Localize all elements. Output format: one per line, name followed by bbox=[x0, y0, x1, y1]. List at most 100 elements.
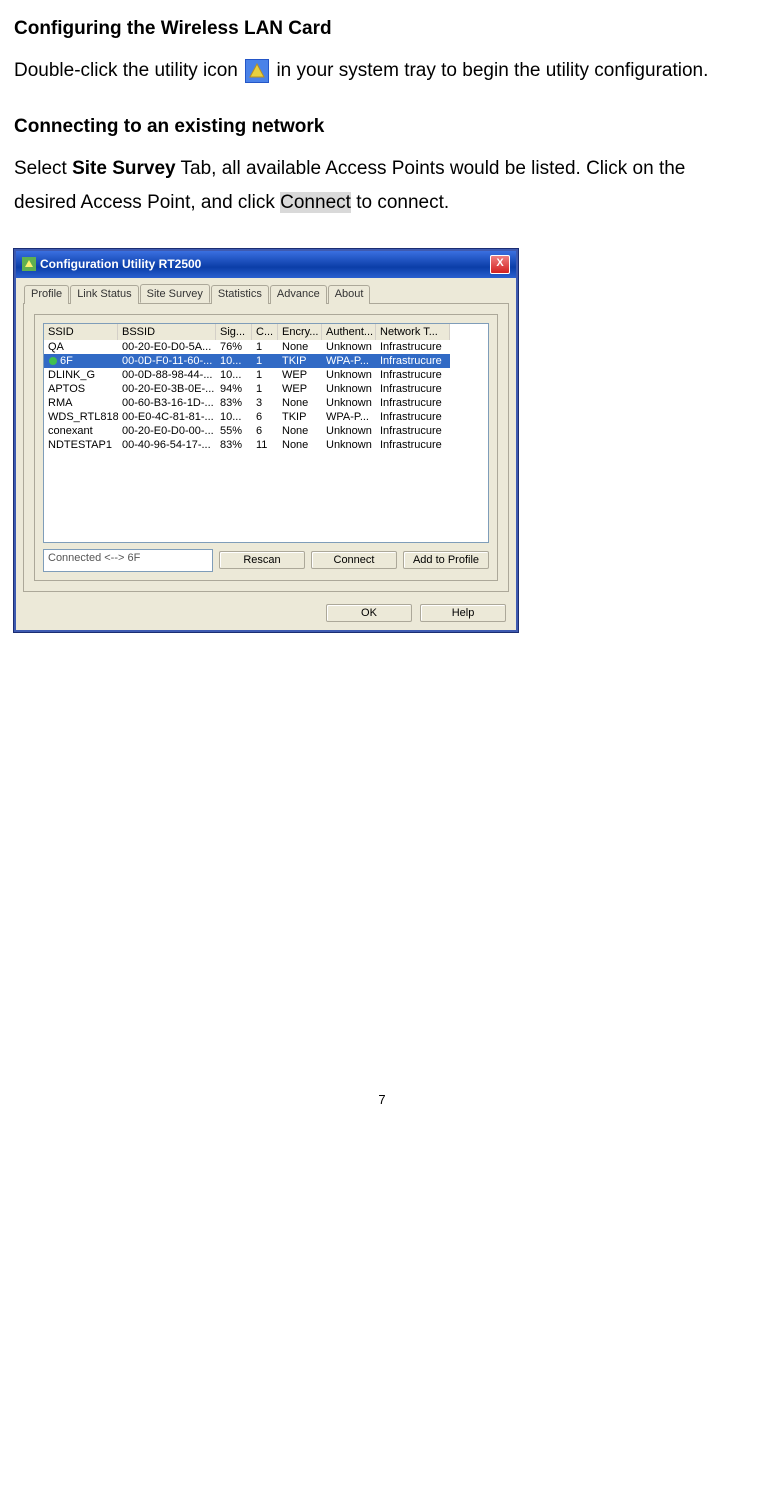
cell: WDS_RTL818... bbox=[44, 410, 118, 424]
cell: 3 bbox=[252, 396, 278, 410]
tab-link-status[interactable]: Link Status bbox=[70, 285, 138, 304]
tab-strip: ProfileLink StatusSite SurveyStatisticsA… bbox=[16, 278, 516, 303]
cell: 94% bbox=[216, 382, 252, 396]
cell: QA bbox=[44, 340, 118, 354]
cell: 1 bbox=[252, 368, 278, 382]
ap-row[interactable]: NDTESTAP100-40-96-54-17-...83%11NoneUnkn… bbox=[44, 438, 488, 452]
cell: 6F bbox=[44, 354, 118, 368]
titlebar: Configuration Utility RT2500 X bbox=[16, 251, 516, 278]
ap-row[interactable]: 6F00-0D-F0-11-60-...10...1TKIPWPA-P...In… bbox=[44, 354, 488, 368]
window-title: Configuration Utility RT2500 bbox=[22, 257, 201, 272]
cell: 00-0D-88-98-44-... bbox=[118, 368, 216, 382]
cell: Infrastrucure bbox=[376, 340, 450, 354]
connected-icon bbox=[48, 356, 58, 366]
cell: Infrastrucure bbox=[376, 438, 450, 452]
connection-status: Connected <--> 6F bbox=[43, 549, 213, 572]
cell: Infrastrucure bbox=[376, 424, 450, 438]
ap-list[interactable]: SSIDBSSIDSig...C...Encry...Authent...Net… bbox=[43, 323, 489, 543]
cell: conexant bbox=[44, 424, 118, 438]
tab-site-survey[interactable]: Site Survey bbox=[140, 284, 210, 303]
config-utility-window: Configuration Utility RT2500 X ProfileLi… bbox=[14, 249, 518, 632]
cell: TKIP bbox=[278, 410, 322, 424]
cell: 00-40-96-54-17-... bbox=[118, 438, 216, 452]
column-header[interactable]: C... bbox=[252, 324, 278, 340]
cell: WEP bbox=[278, 382, 322, 396]
cell: Infrastrucure bbox=[376, 354, 450, 368]
tab-statistics[interactable]: Statistics bbox=[211, 285, 269, 304]
ap-row[interactable]: RMA00-60-B3-16-1D-...83%3NoneUnknownInfr… bbox=[44, 396, 488, 410]
action-row: Connected <--> 6F Rescan Connect Add to … bbox=[43, 549, 489, 572]
cell: Unknown bbox=[322, 382, 376, 396]
add-to-profile-button[interactable]: Add to Profile bbox=[403, 551, 489, 569]
dialog-buttons: OK Help bbox=[16, 598, 516, 630]
window-title-text: Configuration Utility RT2500 bbox=[40, 257, 201, 271]
column-header[interactable]: BSSID bbox=[118, 324, 216, 340]
cell: 10... bbox=[216, 410, 252, 424]
cell: None bbox=[278, 340, 322, 354]
help-button[interactable]: Help bbox=[420, 604, 506, 622]
rescan-button[interactable]: Rescan bbox=[219, 551, 305, 569]
p2a: Select bbox=[14, 158, 72, 179]
p1b: in your system tray to begin the utility… bbox=[276, 60, 708, 81]
cell: Unknown bbox=[322, 424, 376, 438]
column-header[interactable]: Network T... bbox=[376, 324, 450, 340]
cell: Infrastrucure bbox=[376, 368, 450, 382]
page-number: 7 bbox=[14, 1092, 750, 1107]
cell: 00-60-B3-16-1D-... bbox=[118, 396, 216, 410]
close-button[interactable]: X bbox=[490, 255, 510, 274]
cell: TKIP bbox=[278, 354, 322, 368]
site-survey-bold: Site Survey bbox=[72, 158, 176, 179]
ap-list-body: QA00-20-E0-D0-5A...76%1NoneUnknownInfras… bbox=[44, 340, 488, 452]
cell: 76% bbox=[216, 340, 252, 354]
p2e: to connect. bbox=[351, 192, 449, 213]
heading-connecting: Connecting to an existing network bbox=[14, 116, 750, 138]
cell: Infrastrucure bbox=[376, 396, 450, 410]
tab-advance[interactable]: Advance bbox=[270, 285, 327, 304]
p1a: Double-click the utility icon bbox=[14, 60, 243, 81]
cell: 6 bbox=[252, 424, 278, 438]
column-header[interactable]: Encry... bbox=[278, 324, 322, 340]
cell: None bbox=[278, 438, 322, 452]
cell: RMA bbox=[44, 396, 118, 410]
ap-list-empty-area bbox=[44, 452, 488, 542]
column-header[interactable]: SSID bbox=[44, 324, 118, 340]
site-survey-group: SSIDBSSIDSig...C...Encry...Authent...Net… bbox=[34, 314, 498, 581]
tab-about[interactable]: About bbox=[328, 285, 371, 304]
cell: Infrastrucure bbox=[376, 382, 450, 396]
cell: None bbox=[278, 396, 322, 410]
cell: 1 bbox=[252, 382, 278, 396]
column-header[interactable]: Authent... bbox=[322, 324, 376, 340]
cell: Unknown bbox=[322, 368, 376, 382]
cell: NDTESTAP1 bbox=[44, 438, 118, 452]
ap-row[interactable]: DLINK_G00-0D-88-98-44-...10...1WEPUnknow… bbox=[44, 368, 488, 382]
cell: WPA-P... bbox=[322, 354, 376, 368]
cell: 1 bbox=[252, 354, 278, 368]
connect-button[interactable]: Connect bbox=[311, 551, 397, 569]
heading-configuring: Configuring the Wireless LAN Card bbox=[14, 18, 750, 40]
cell: 00-E0-4C-81-81-... bbox=[118, 410, 216, 424]
cell: Unknown bbox=[322, 438, 376, 452]
column-header[interactable]: Sig... bbox=[216, 324, 252, 340]
title-icon bbox=[22, 257, 36, 271]
ok-button[interactable]: OK bbox=[326, 604, 412, 622]
paragraph-site-survey: Select Site Survey Tab, all available Ac… bbox=[14, 152, 750, 220]
cell: 55% bbox=[216, 424, 252, 438]
cell: 83% bbox=[216, 438, 252, 452]
connect-highlight: Connect bbox=[280, 192, 351, 213]
cell: 10... bbox=[216, 368, 252, 382]
ap-row[interactable]: WDS_RTL818...00-E0-4C-81-81-...10...6TKI… bbox=[44, 410, 488, 424]
paragraph-utility-icon: Double-click the utility icon in your sy… bbox=[14, 54, 750, 88]
cell: 00-20-E0-D0-00-... bbox=[118, 424, 216, 438]
cell: 00-20-E0-D0-5A... bbox=[118, 340, 216, 354]
ap-row[interactable]: APTOS00-20-E0-3B-0E-...94%1WEPUnknownInf… bbox=[44, 382, 488, 396]
cell: 6 bbox=[252, 410, 278, 424]
cell: Unknown bbox=[322, 396, 376, 410]
cell: Unknown bbox=[322, 340, 376, 354]
cell: 1 bbox=[252, 340, 278, 354]
cell: WEP bbox=[278, 368, 322, 382]
ap-row[interactable]: conexant00-20-E0-D0-00-...55%6NoneUnknow… bbox=[44, 424, 488, 438]
cell: DLINK_G bbox=[44, 368, 118, 382]
tab-profile[interactable]: Profile bbox=[24, 285, 69, 304]
ap-row[interactable]: QA00-20-E0-D0-5A...76%1NoneUnknownInfras… bbox=[44, 340, 488, 354]
cell: 00-20-E0-3B-0E-... bbox=[118, 382, 216, 396]
